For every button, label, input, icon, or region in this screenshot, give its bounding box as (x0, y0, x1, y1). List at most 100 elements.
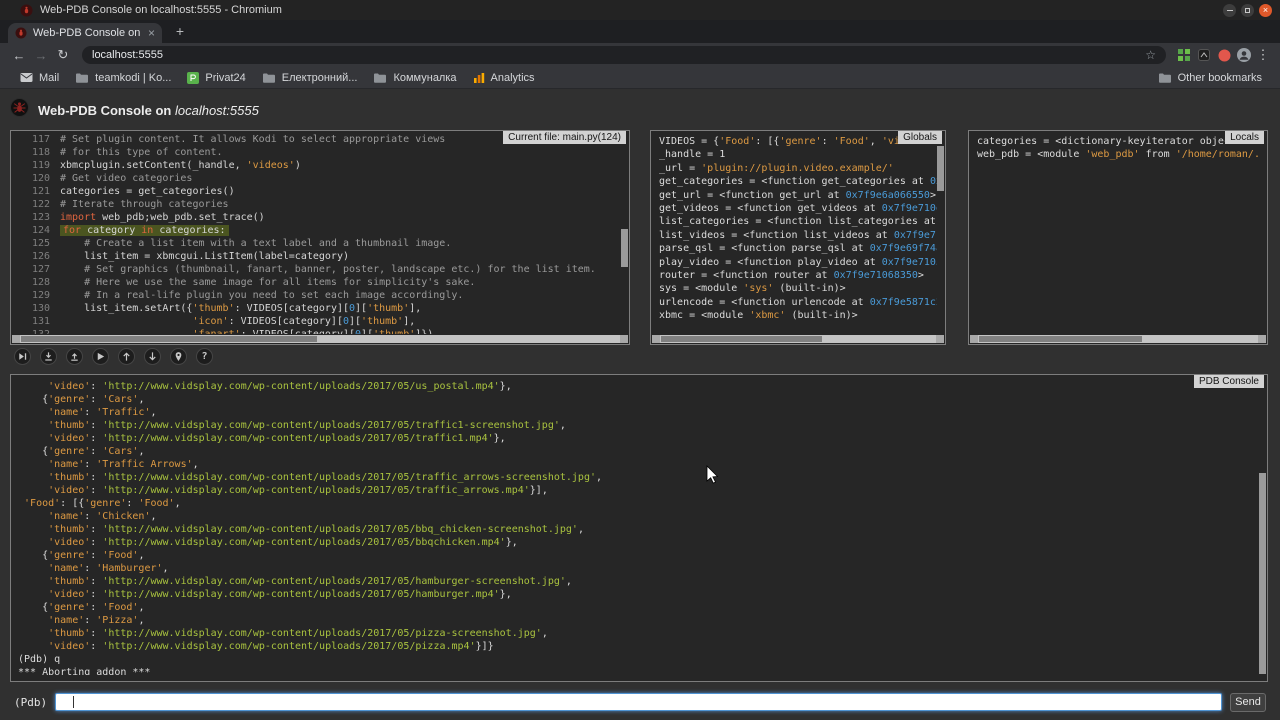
extension-icon-2[interactable] (1194, 49, 1214, 61)
globals-line: get_categories = <function get_categorie… (659, 175, 937, 188)
extension-icon-1[interactable] (1174, 49, 1194, 61)
console-line: 'video': 'http://www.vidsplay.com/wp-con… (18, 588, 1255, 601)
tab-title: Web-PDB Console on localhost:5555 (33, 27, 142, 39)
next-button[interactable] (14, 348, 31, 365)
code-line: 130 list_item.setArt({'thumb': VIDEOS[ca… (22, 302, 619, 315)
maximize-button[interactable] (1241, 4, 1254, 17)
console-line: 'name': 'Chicken', (18, 510, 1255, 523)
return-button[interactable] (66, 348, 83, 365)
avatar[interactable] (1234, 48, 1254, 62)
console-line: 'video': 'http://www.vidsplay.com/wp-con… (18, 380, 1255, 393)
console-vertical-scrollbar[interactable] (1259, 376, 1266, 680)
address-text: localhost:5555 (92, 49, 163, 61)
window-title: Web-PDB Console on localhost:5555 - Chro… (40, 4, 282, 16)
code-horizontal-scrollbar[interactable] (12, 335, 628, 343)
pdb-console-label: PDB Console (1194, 375, 1264, 388)
code-line: 123import web_pdb;web_pdb.set_trace() (22, 211, 619, 224)
console-line: 'name': 'Pizza', (18, 614, 1255, 627)
code-line: 118# for this type of content. (22, 146, 619, 159)
locals-line: categories = <dictionary-keyiterator obj… (977, 135, 1259, 148)
code-line: 120# Get video categories (22, 172, 619, 185)
back-button[interactable]: ← (8, 48, 30, 63)
other-bookmarks[interactable]: Other bookmarks (1152, 72, 1268, 84)
help-button[interactable]: ? (196, 348, 213, 365)
forward-button[interactable]: → (30, 48, 52, 63)
bookmark-label: Mail (39, 72, 59, 84)
pdb-command-input[interactable] (55, 693, 1222, 711)
globals-line: _handle = 1 (659, 148, 937, 161)
extension-icon-3[interactable] (1214, 49, 1234, 62)
globals-line: list_videos = <function list_videos at 0… (659, 229, 937, 242)
reload-button[interactable]: ↻ (52, 47, 74, 63)
pdb-console-panel: PDB Console 'video': 'http://www.vidspla… (10, 374, 1268, 682)
folder-icon (1158, 72, 1172, 84)
code-line: 122# Iterate through categories (22, 198, 619, 211)
mail-icon (20, 72, 33, 83)
console-line: 'thumb': 'http://www.vidsplay.com/wp-con… (18, 523, 1255, 536)
continue-button[interactable] (92, 348, 109, 365)
bookmark-item[interactable]: Analytics (465, 68, 543, 88)
console-line: 'thumb': 'http://www.vidsplay.com/wp-con… (18, 627, 1255, 640)
globals-vertical-scrollbar[interactable] (937, 132, 944, 334)
browser-toolbar: ← → ↻ localhost:5555 ☆ ⋮ (0, 43, 1280, 67)
bookmark-label: Privat24 (205, 72, 245, 84)
browser-tab[interactable]: Web-PDB Console on localhost:5555 × (8, 23, 162, 43)
globals-lines: VIDEOS = {'Food': [{'genre': 'Food', 'vi… (659, 135, 937, 332)
locals-lines: categories = <dictionary-keyiterator obj… (977, 135, 1259, 332)
globals-line: VIDEOS = {'Food': [{'genre': 'Food', 'vi… (659, 135, 937, 148)
bookmark-star-icon[interactable]: ☆ (1145, 48, 1156, 62)
globals-line: get_videos = <function get_videos at 0x7… (659, 202, 937, 215)
globals-line: get_url = <function get_url at 0x7f9e6a0… (659, 189, 937, 202)
code-line: 124for category in categories: (22, 224, 619, 237)
bookmark-item[interactable]: Електронний... (254, 68, 366, 88)
minimize-button[interactable] (1223, 4, 1236, 17)
console-line: 'thumb': 'http://www.vidsplay.com/wp-con… (18, 575, 1255, 588)
console-line: {'genre': 'Cars', (18, 393, 1255, 406)
code-line: 121categories = get_categories() (22, 185, 619, 198)
bookmark-item[interactable]: Mail (12, 68, 67, 88)
bookmarks-bar: Mail teamkodi | Ko... Privat24 Електронний.… (0, 67, 1280, 89)
code-line: 131 'icon': VIDEOS[category][0]['thumb']… (22, 315, 619, 328)
globals-horizontal-scrollbar[interactable] (652, 335, 944, 343)
globals-line: _url = 'plugin://plugin.video.example/' (659, 162, 937, 175)
globals-line: sys = <module 'sys' (built-in)> (659, 282, 937, 295)
code-line: 128 # Here we use the same image for all… (22, 276, 619, 289)
code-line: 129 # In a real-life plugin you need to … (22, 289, 619, 302)
web-pdb-logo-icon (10, 98, 29, 122)
console-line: 'thumb': 'http://www.vidsplay.com/wp-con… (18, 471, 1255, 484)
bookmark-label: Analytics (491, 72, 535, 84)
pdb-prompt-label: (Pdb) (14, 696, 47, 709)
mouse-cursor-icon (706, 465, 719, 489)
tab-strip: Web-PDB Console on localhost:5555 × + (0, 20, 1280, 43)
bookmark-item[interactable]: Коммуналка (365, 68, 464, 88)
console-line: 'name': 'Hamburger', (18, 562, 1255, 575)
browser-menu-button[interactable]: ⋮ (1254, 47, 1272, 63)
tab-close-icon[interactable]: × (148, 27, 155, 39)
bookmark-item[interactable]: teamkodi | Ko... (67, 68, 179, 88)
globals-line: play_video = <function play_video at 0x7… (659, 256, 937, 269)
code-line: 119xbmcplugin.setContent(_handle, 'video… (22, 159, 619, 172)
code-vertical-scrollbar[interactable] (621, 132, 628, 334)
new-tab-button[interactable]: + (172, 24, 188, 40)
bookmark-item[interactable]: Privat24 (179, 68, 253, 88)
bookmarks-list: Mail teamkodi | Ko... Privat24 Електронний.… (12, 68, 543, 88)
step-button[interactable] (40, 348, 57, 365)
page-title-prefix: Web-PDB Console on (38, 103, 175, 118)
privat24-icon (187, 72, 199, 84)
locals-horizontal-scrollbar[interactable] (970, 335, 1266, 343)
up-button[interactable] (118, 348, 135, 365)
analytics-icon (473, 72, 485, 84)
tab-favicon (15, 27, 27, 39)
send-button[interactable]: Send (1230, 693, 1266, 712)
code-line: 127 # Set graphics (thumbnail, fanart, b… (22, 263, 619, 276)
console-line: 'name': 'Traffic Arrows', (18, 458, 1255, 471)
console-line: 'video': 'http://www.vidsplay.com/wp-con… (18, 640, 1255, 653)
where-button[interactable] (170, 348, 187, 365)
address-bar[interactable]: localhost:5555 ☆ (82, 46, 1166, 64)
text-caret (73, 696, 74, 708)
close-button[interactable]: × (1259, 4, 1272, 17)
down-button[interactable] (144, 348, 161, 365)
bookmark-label: teamkodi | Ko... (95, 72, 171, 84)
globals-line: router = <function router at 0x7f9e71068… (659, 269, 937, 282)
locals-line: web_pdb = <module 'web_pdb' from '/home/… (977, 148, 1259, 161)
